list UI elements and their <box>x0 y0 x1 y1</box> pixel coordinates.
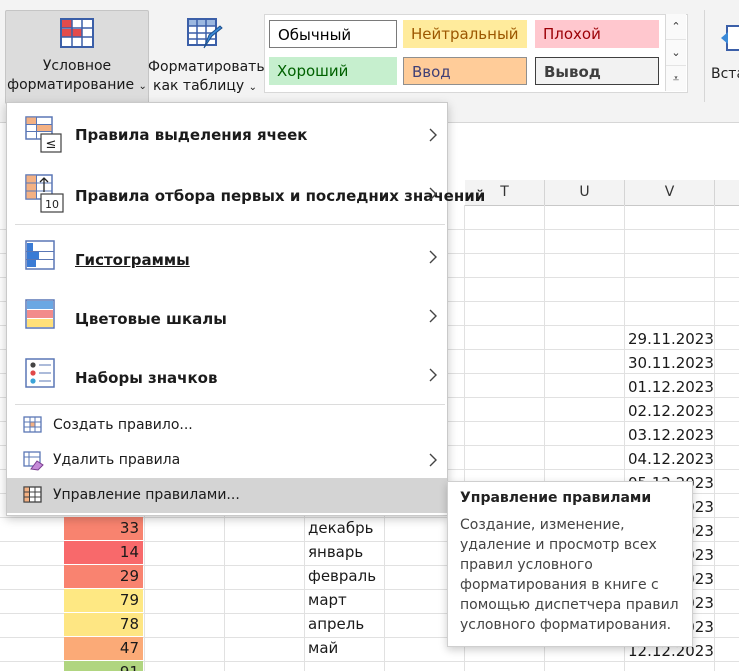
menu-separator <box>15 404 445 405</box>
insert-label: Вста <box>711 66 739 82</box>
value-cell[interactable]: 78 <box>64 613 143 636</box>
icon-sets-icon <box>25 358 55 388</box>
date-cell[interactable]: 03.12.2023 <box>628 424 714 447</box>
conditional-formatting-menu: ≤ Правила выделения ячеек 10 Правила отб… <box>6 102 485 516</box>
month-cell[interactable]: апрель <box>308 613 364 636</box>
month-cell[interactable]: декабрь <box>308 517 373 540</box>
cell-styles-gallery: Обычный Нейтральный Плохой Хороший Ввод … <box>264 14 688 93</box>
styles-gallery-scroller: ⌃ ⌄ ⩡ <box>665 14 686 91</box>
menu-item-manage-rules[interactable]: Управление правилами... <box>7 478 447 513</box>
menu-item-label: Создать правило... <box>53 417 193 433</box>
month-cell[interactable]: май <box>308 637 338 660</box>
month-cell[interactable]: январь <box>308 541 363 564</box>
style-bad[interactable]: Плохой <box>535 20 659 48</box>
date-cell[interactable]: 30.11.2023 <box>628 352 714 375</box>
menu-item-label: Цветовые шкалы <box>75 310 227 328</box>
format-as-table-icon <box>187 18 223 49</box>
value-cell[interactable]: 47 <box>64 637 143 660</box>
column-header-v[interactable]: V <box>625 180 715 206</box>
cf-label-line1: Условное <box>42 58 112 74</box>
chevron-right-icon <box>429 453 437 467</box>
format-as-table-button[interactable]: Форматировать как таблицу ⌄ <box>148 10 265 102</box>
value-cell[interactable]: 29 <box>64 565 143 588</box>
value-cell[interactable]: 33 <box>64 517 143 540</box>
chevron-right-icon <box>429 187 437 201</box>
value-cell[interactable]: 14 <box>64 541 143 564</box>
month-cell[interactable]: март <box>308 589 347 612</box>
grid-column-line <box>714 205 715 671</box>
menu-separator <box>15 224 445 225</box>
menu-item-new-rule[interactable]: Создать правило... <box>7 408 447 442</box>
tooltip-title: Управление правилами <box>460 490 652 506</box>
new-rule-icon <box>23 416 42 433</box>
top-bottom-rules-icon: 10 <box>25 174 64 213</box>
highlight-cells-rules-icon: ≤ <box>25 116 62 153</box>
more-styles-icon[interactable]: ⩡ <box>666 66 686 91</box>
month-cell[interactable]: февраль <box>308 565 376 588</box>
chevron-down-icon: ⌄ <box>248 82 257 93</box>
insert-button[interactable]: Вста <box>704 10 739 102</box>
ft-label-line1: Форматировать <box>148 59 265 75</box>
date-cell[interactable]: 29.11.2023 <box>628 328 714 351</box>
menu-item-label: Удалить правила <box>53 452 181 468</box>
clear-rules-icon <box>23 451 44 471</box>
menu-item-top-bottom-rules[interactable]: 10 Правила отбора первых и последних зна… <box>7 165 485 223</box>
chevron-down-icon: ⌄ <box>138 81 147 92</box>
conditional-formatting-icon <box>60 18 94 48</box>
menu-item-icon-sets[interactable]: Наборы значков <box>7 345 447 403</box>
date-cell[interactable]: 02.12.2023 <box>628 400 714 423</box>
menu-item-label: Правила выделения ячеек <box>75 126 308 144</box>
style-neutral[interactable]: Нейтральный <box>403 20 527 48</box>
menu-item-label: Правила отбора первых и последних значен… <box>75 187 486 205</box>
menu-item-data-bars[interactable]: Гистограммы <box>7 227 447 285</box>
value-cell[interactable]: 79 <box>64 589 143 612</box>
topbottom-icon-badge: 10 <box>45 198 59 211</box>
column-header-next[interactable] <box>715 180 739 206</box>
insert-icon <box>721 25 739 51</box>
menu-item-label: Управление правилами... <box>53 487 240 503</box>
highlight-icon-badge: ≤ <box>46 137 57 152</box>
date-cell[interactable]: 04.12.2023 <box>628 448 714 471</box>
style-input[interactable]: Ввод <box>403 57 527 85</box>
column-header-u[interactable]: U <box>545 180 625 206</box>
color-scales-icon <box>25 299 55 329</box>
style-normal[interactable]: Обычный <box>269 20 397 48</box>
tooltip: Управление правилами Создание, изменение… <box>447 481 693 647</box>
menu-item-color-scales[interactable]: Цветовые шкалы <box>7 286 447 344</box>
chevron-up-icon[interactable]: ⌃ <box>666 14 686 40</box>
ft-label-line2: как таблицу <box>152 78 245 94</box>
chevron-right-icon <box>429 128 437 142</box>
chevron-right-icon <box>429 250 437 264</box>
style-good[interactable]: Хороший <box>269 57 397 85</box>
menu-item-clear-rules[interactable]: Удалить правила <box>7 443 447 477</box>
data-bars-icon <box>25 240 55 270</box>
chevron-right-icon <box>429 368 437 382</box>
date-cell[interactable]: 01.12.2023 <box>628 376 714 399</box>
menu-item-label: Гистограммы <box>75 251 190 269</box>
value-cell[interactable]: 91 <box>64 661 143 671</box>
chevron-right-icon <box>429 309 437 323</box>
conditional-formatting-button[interactable]: Условное форматирование ⌄ <box>5 10 149 104</box>
style-output[interactable]: Вывод <box>535 57 659 85</box>
menu-item-label: Наборы значков <box>75 369 218 387</box>
chevron-down-icon[interactable]: ⌄ <box>666 40 686 66</box>
manage-rules-icon <box>23 486 42 503</box>
cf-label-line2: форматирование <box>7 77 135 93</box>
tooltip-body: Создание, изменение, удаление и просмотр… <box>460 517 679 633</box>
menu-item-highlight-rules[interactable]: ≤ Правила выделения ячеек <box>7 106 447 164</box>
